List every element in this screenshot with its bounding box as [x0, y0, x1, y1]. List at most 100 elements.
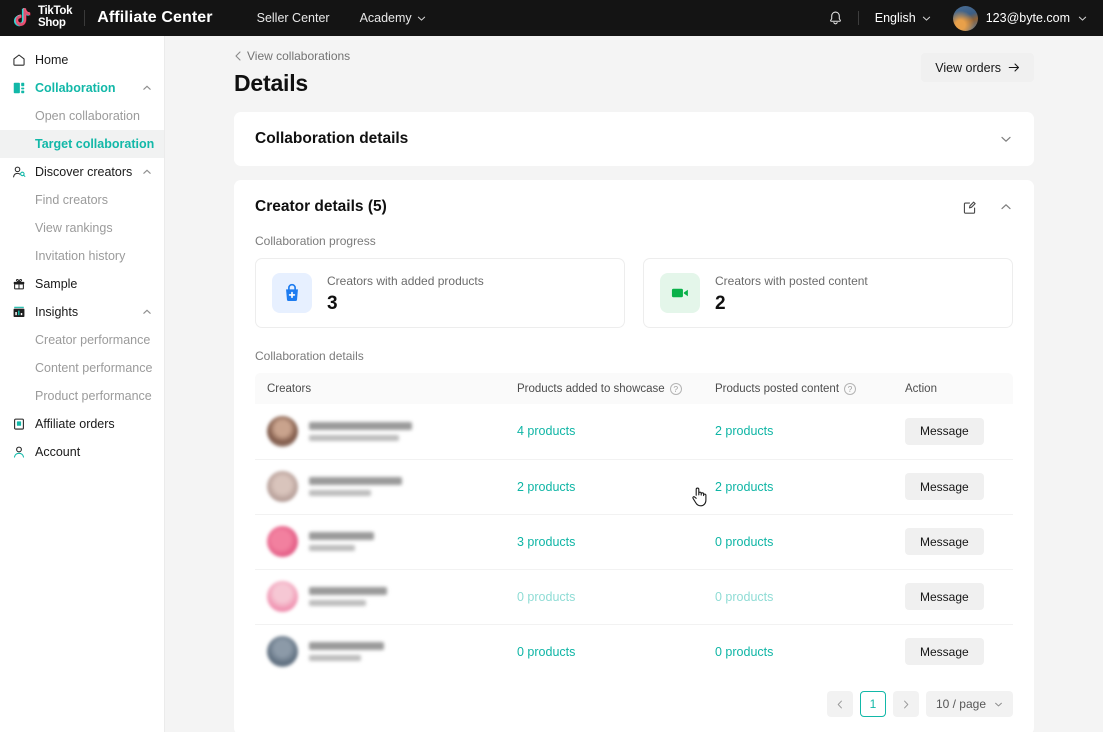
sidebar-item-collaboration[interactable]: Collaboration — [0, 74, 164, 102]
pagination-page-1-button[interactable]: 1 — [859, 691, 886, 717]
sidebar-item-find-creators[interactable]: Find creators — [0, 186, 164, 214]
creator-name-bar — [309, 642, 384, 651]
products-added-link[interactable]: 2 products — [517, 480, 575, 494]
video-camera-icon — [660, 273, 700, 313]
page-header: View collaborations Details View orders — [165, 36, 1103, 97]
cell-products-posted: 2 products — [703, 459, 893, 515]
sidebar-item-label: Collaboration — [35, 81, 116, 95]
pagination-page-size-select[interactable]: 10 / page — [925, 691, 1013, 717]
user-email-label: 123@byte.com — [985, 11, 1070, 25]
products-posted-link[interactable]: 0 products — [715, 590, 773, 604]
bag-plus-icon — [272, 273, 312, 313]
creator-name-bar — [309, 587, 387, 595]
table-row: 3 products 0 products Message — [255, 514, 1013, 570]
user-menu[interactable]: 123@byte.com — [952, 5, 1087, 31]
breadcrumb-label: View collaborations — [247, 49, 351, 63]
chevron-up-icon — [143, 169, 151, 174]
message-button[interactable]: Message — [905, 473, 984, 500]
cell-products-added: 0 products — [505, 569, 703, 625]
col-header-label: Products added to showcase — [517, 382, 665, 395]
chevron-up-icon — [143, 309, 151, 314]
view-orders-button[interactable]: View orders — [921, 53, 1034, 82]
products-added-link[interactable]: 0 products — [517, 590, 575, 604]
creator-name-redacted — [309, 587, 387, 606]
sidebar-item-label: Product performance — [35, 389, 152, 403]
message-button[interactable]: Message — [905, 638, 984, 666]
chevron-down-icon — [417, 16, 425, 21]
sidebar-item-insights[interactable]: Insights — [0, 298, 164, 326]
creator-handle-bar — [309, 434, 399, 441]
top-nav: Seller Center Academy — [257, 11, 426, 25]
sidebar-item-label: Account — [35, 445, 81, 459]
logo-line-2: Shop — [38, 17, 66, 29]
sidebar-item-content-performance[interactable]: Content performance — [0, 354, 164, 382]
discover-creators-icon — [11, 165, 26, 180]
creator-handle-bar — [309, 545, 355, 551]
creator-details-card: Creator details (5) Collaboration progre… — [234, 180, 1034, 732]
pagination-page-size-label: 10 / page — [935, 697, 986, 711]
chevron-left-icon — [235, 51, 241, 61]
nav-academy[interactable]: Academy — [360, 11, 426, 25]
products-added-link[interactable]: 3 products — [517, 535, 575, 549]
question-circle-icon[interactable]: ? — [669, 382, 682, 395]
chevron-up-icon[interactable] — [999, 200, 1013, 214]
cell-products-posted: 0 products — [703, 569, 893, 625]
sidebar-item-product-performance[interactable]: Product performance — [0, 382, 164, 410]
sidebar-item-label: Sample — [35, 277, 78, 291]
progress-stats: Creators with added products 3 Creators … — [234, 258, 1034, 328]
col-header-label: Creators — [267, 382, 312, 395]
table-body: 4 products 2 products Message 2 products… — [255, 404, 1013, 679]
edit-square-icon[interactable] — [962, 200, 977, 215]
products-posted-link[interactable]: 0 products — [715, 645, 773, 659]
nav-seller-center[interactable]: Seller Center — [257, 11, 330, 25]
collaboration-details-title: Collaboration details — [255, 130, 409, 147]
message-button[interactable]: Message — [905, 417, 984, 445]
sidebar-item-label: Target collaboration — [35, 137, 155, 151]
breadcrumb[interactable]: View collaborations — [234, 49, 350, 63]
sidebar-item-label: Discover creators — [35, 165, 133, 179]
page-title: Details — [234, 70, 309, 96]
sidebar-item-target-collaboration[interactable]: Target collaboration — [0, 130, 164, 158]
cell-action: Message — [893, 459, 1013, 515]
collaboration-icon — [11, 81, 26, 96]
products-posted-link[interactable]: 2 products — [715, 480, 773, 494]
chevron-left-icon — [837, 700, 842, 708]
sidebar-item-sample[interactable]: Sample — [0, 270, 164, 298]
sidebar-item-affiliate-orders[interactable]: Affiliate orders — [0, 410, 164, 438]
chevron-down-icon[interactable] — [999, 132, 1013, 146]
sidebar-item-home[interactable]: Home — [0, 46, 164, 74]
col-header-label: Action — [905, 382, 937, 395]
sidebar-item-account[interactable]: Account — [0, 438, 164, 466]
message-button[interactable]: Message — [905, 583, 984, 610]
main-content: View collaborations Details View orders … — [165, 36, 1103, 732]
sidebar-item-discover-creators[interactable]: Discover creators — [0, 158, 164, 186]
tiktok-shop-logo[interactable]: TikTok Shop — [12, 6, 73, 29]
language-label: English — [874, 11, 916, 25]
pagination-next-button[interactable] — [892, 691, 919, 717]
sidebar-item-invitation-history[interactable]: Invitation history — [0, 242, 164, 270]
collaboration-details-card: Collaboration details — [234, 112, 1034, 166]
sidebar-item-creator-performance[interactable]: Creator performance — [0, 326, 164, 354]
col-header-label: Products posted content — [715, 382, 840, 395]
col-header-products-posted: Products posted content ? — [703, 373, 893, 404]
pagination-prev-button[interactable] — [826, 691, 853, 717]
cell-creator — [255, 569, 505, 625]
sidebar-item-label: Insights — [35, 305, 79, 319]
cell-products-posted: 2 products — [703, 404, 893, 460]
col-header-products-added: Products added to showcase ? — [505, 373, 703, 404]
creator-name-bar — [309, 477, 402, 485]
products-added-link[interactable]: 4 products — [517, 424, 575, 438]
sidebar-item-open-collaboration[interactable]: Open collaboration — [0, 102, 164, 130]
avatar — [952, 5, 978, 31]
collaboration-details-header[interactable]: Collaboration details — [234, 112, 1034, 166]
products-posted-link[interactable]: 2 products — [715, 424, 773, 438]
sidebar-item-view-rankings[interactable]: View rankings — [0, 214, 164, 242]
question-circle-icon[interactable]: ? — [844, 382, 857, 395]
products-posted-link[interactable]: 0 products — [715, 535, 773, 549]
cell-action: Message — [893, 624, 1013, 679]
chevron-up-icon — [143, 85, 151, 90]
products-added-link[interactable]: 0 products — [517, 645, 575, 659]
language-selector[interactable]: English — [875, 11, 931, 25]
message-button[interactable]: Message — [905, 528, 984, 555]
notification-bell-icon[interactable] — [827, 10, 844, 27]
